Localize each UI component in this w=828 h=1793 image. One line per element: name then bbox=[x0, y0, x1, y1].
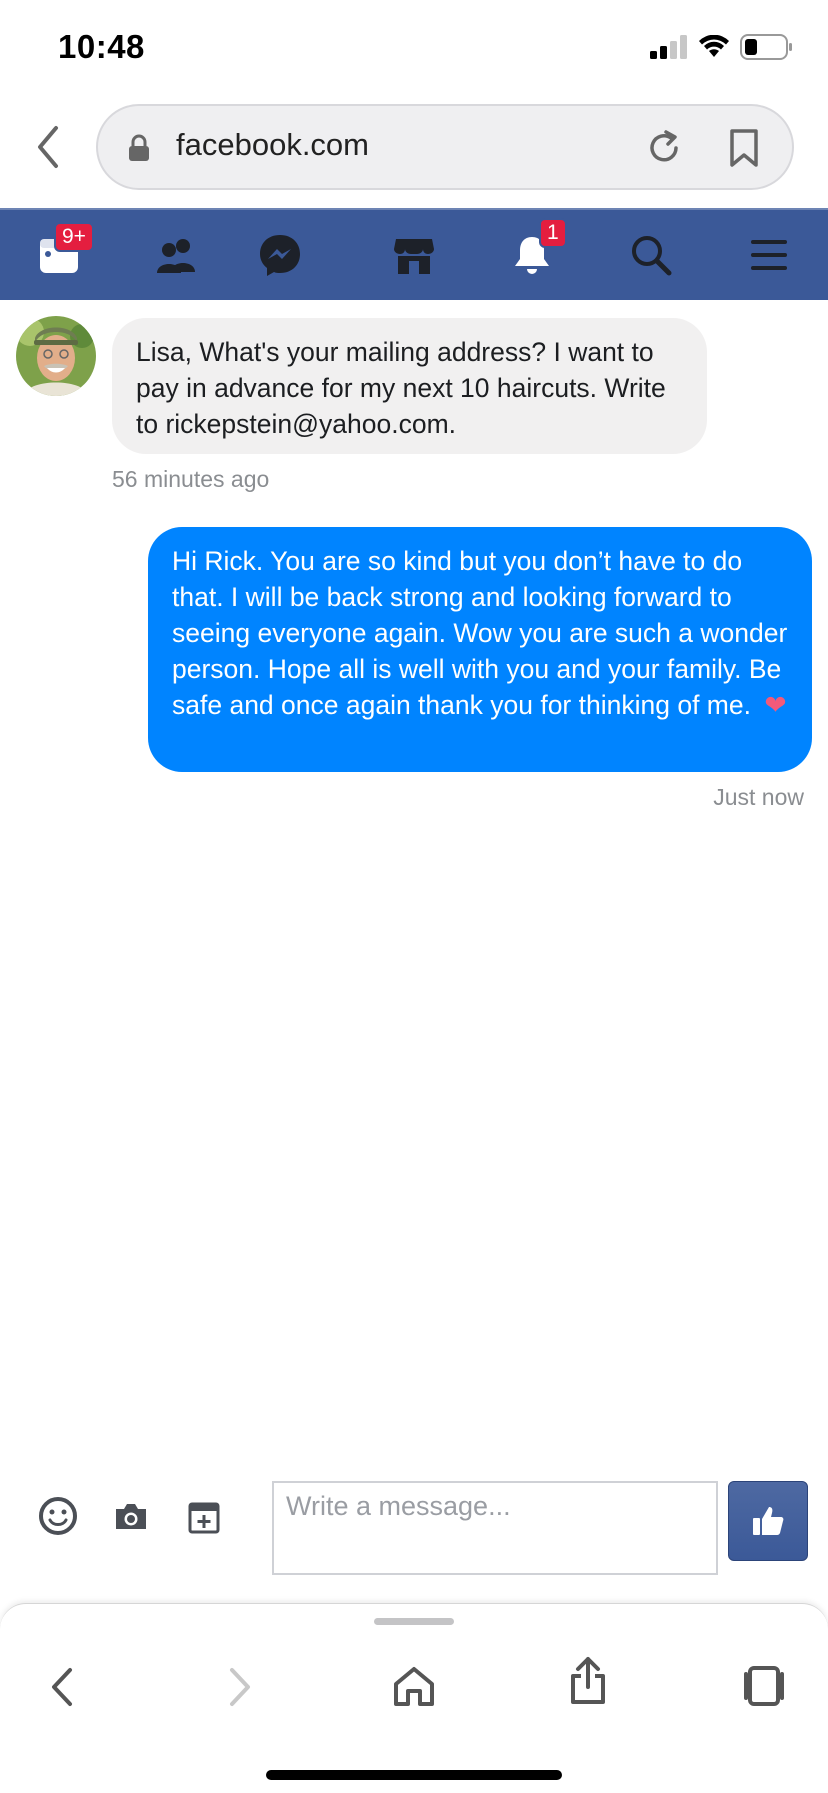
facebook-nav-bar: 9+ 1 bbox=[0, 208, 828, 300]
like-button[interactable] bbox=[728, 1481, 808, 1561]
battery-icon bbox=[740, 34, 792, 60]
feed-badge: 9+ bbox=[54, 222, 94, 252]
incoming-message-bubble[interactable]: Lisa, What's your mailing address? I wan… bbox=[112, 318, 707, 454]
bookmark-icon[interactable] bbox=[728, 128, 760, 168]
nav-search[interactable] bbox=[606, 210, 696, 300]
share-icon[interactable] bbox=[568, 1656, 608, 1706]
friends-icon bbox=[157, 239, 195, 273]
back-arrow-icon[interactable] bbox=[46, 1664, 80, 1710]
lock-icon bbox=[129, 134, 149, 161]
reload-icon[interactable] bbox=[644, 128, 684, 168]
search-icon bbox=[632, 236, 672, 276]
nav-feed[interactable]: 9+ bbox=[14, 210, 104, 300]
wifi-icon bbox=[699, 35, 729, 57]
outgoing-message-text: Hi Rick. You are so kind but you don’t h… bbox=[172, 546, 788, 720]
nav-notifications[interactable]: 1 bbox=[487, 210, 577, 300]
home-icon[interactable] bbox=[392, 1664, 436, 1708]
incoming-message-timestamp: 56 minutes ago bbox=[112, 466, 270, 492]
heart-emoji: ❤ bbox=[764, 690, 787, 720]
messenger-icon bbox=[260, 235, 300, 276]
sender-avatar[interactable] bbox=[16, 316, 96, 396]
emoji-icon[interactable] bbox=[38, 1496, 78, 1536]
browser-bottom-toolbar bbox=[0, 1603, 828, 1793]
nav-friends[interactable] bbox=[132, 210, 222, 300]
tabs-icon[interactable] bbox=[742, 1664, 786, 1708]
hamburger-menu-icon bbox=[751, 240, 787, 270]
url-text: facebook.com bbox=[176, 127, 369, 162]
marketplace-icon bbox=[394, 239, 434, 274]
nav-messenger[interactable] bbox=[235, 210, 325, 300]
nav-menu[interactable] bbox=[724, 210, 814, 300]
home-indicator[interactable] bbox=[266, 1770, 562, 1780]
signal-icon bbox=[650, 35, 687, 59]
address-bar[interactable]: facebook.com bbox=[96, 104, 794, 190]
incoming-message-text: Lisa, What's your mailing address? I wan… bbox=[136, 337, 666, 439]
grab-handle[interactable] bbox=[374, 1618, 454, 1625]
nav-marketplace[interactable] bbox=[369, 210, 459, 300]
camera-icon[interactable] bbox=[113, 1502, 149, 1532]
message-input[interactable] bbox=[272, 1481, 718, 1575]
status-time: 10:48 bbox=[58, 28, 145, 65]
add-sticker-icon[interactable] bbox=[188, 1502, 220, 1534]
notifications-badge: 1 bbox=[539, 218, 567, 248]
outgoing-message-timestamp: Just now bbox=[713, 784, 804, 810]
avatar-photo bbox=[16, 316, 96, 396]
status-icons bbox=[650, 34, 794, 60]
browser-back-chevron-icon[interactable] bbox=[30, 122, 70, 172]
outgoing-message-bubble[interactable]: Hi Rick. You are so kind but you don’t h… bbox=[148, 527, 812, 772]
forward-arrow-icon[interactable] bbox=[222, 1664, 256, 1710]
thumbs-up-icon bbox=[753, 1507, 784, 1535]
